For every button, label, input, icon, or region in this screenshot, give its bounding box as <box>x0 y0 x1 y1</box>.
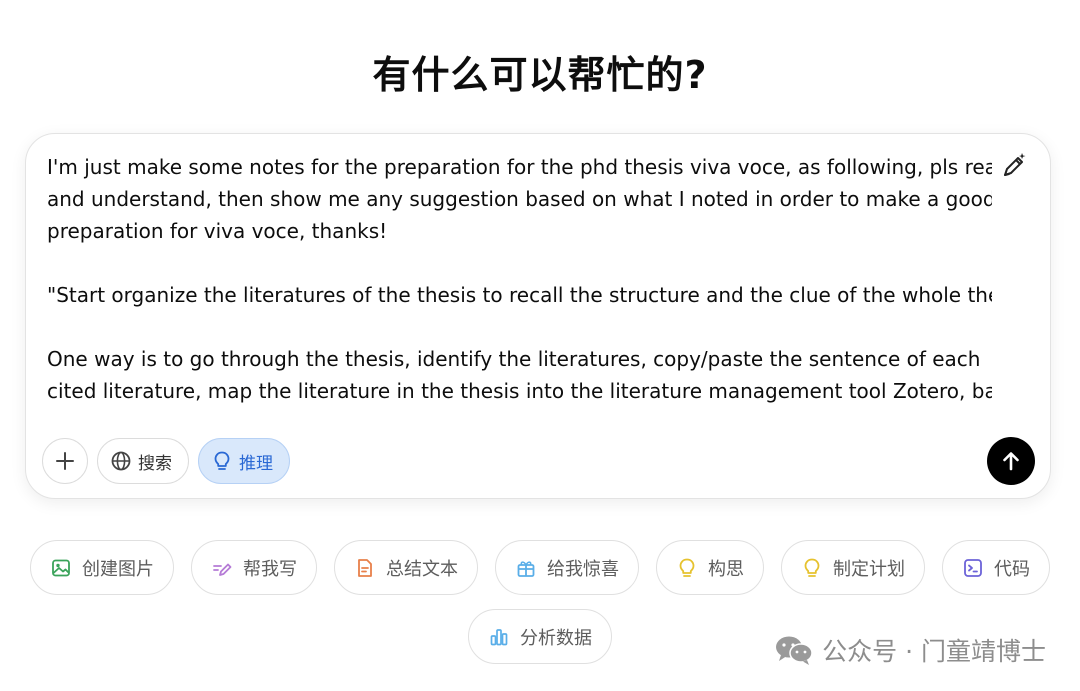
magic-pen-icon <box>1004 153 1026 176</box>
lightbulb-icon <box>800 556 824 580</box>
prompt-line: I'm just make some notes for the prepara… <box>47 155 992 179</box>
prompt-paragraph: I'm just make some notes for the prepara… <box>47 151 992 247</box>
suggestion-make-plan[interactable]: 制定计划 <box>781 540 925 595</box>
suggestion-label: 分析数据 <box>520 627 592 649</box>
composer-toolbar: 搜索 推理 <box>42 437 290 485</box>
suggestion-label: 构思 <box>708 558 744 580</box>
suggestion-label: 制定计划 <box>833 558 905 580</box>
watermark-text: 公众号 · 门童靖博士 <box>822 637 1046 666</box>
suggestion-code[interactable]: 代码 <box>942 540 1050 595</box>
prompt-line: preparation for viva voce, thanks! <box>47 219 388 243</box>
suggestion-summarize-text[interactable]: 总结文本 <box>334 540 478 595</box>
suggestion-label: 帮我写 <box>243 558 297 580</box>
terminal-icon <box>961 556 985 580</box>
suggestion-analyze-data[interactable]: 分析数据 <box>468 609 612 664</box>
prompt-paragraph: One way is to go through the thesis, ide… <box>47 343 992 407</box>
suggestion-create-image[interactable]: 创建图片 <box>30 540 174 595</box>
prompt-line: and understand, then show me any suggest… <box>47 187 992 211</box>
watermark: 公众号 · 门童靖博士 <box>774 632 1046 668</box>
prompt-input[interactable]: I'm just make some notes for the prepara… <box>47 151 992 413</box>
search-button[interactable]: 搜索 <box>97 438 189 484</box>
magic-pen-button[interactable] <box>996 149 1030 183</box>
suggestion-label: 总结文本 <box>386 558 458 580</box>
lightbulb-icon <box>214 451 230 470</box>
pen-icon <box>210 556 234 580</box>
prompt-paragraph: "Start organize the literatures of the t… <box>47 279 992 311</box>
reason-button-label: 推理 <box>239 453 273 474</box>
globe-icon <box>111 451 131 471</box>
send-button[interactable] <box>987 437 1035 485</box>
bar-chart-icon <box>487 625 511 649</box>
reason-button[interactable]: 推理 <box>198 438 290 484</box>
attach-button[interactable] <box>42 438 88 484</box>
prompt-line: "Start organize the literatures of the t… <box>47 283 992 307</box>
suggestion-surprise-me[interactable]: 给我惊喜 <box>495 540 639 595</box>
document-icon <box>353 556 377 580</box>
search-button-label: 搜索 <box>138 453 172 474</box>
page-title: 有什么可以帮忙的? <box>372 53 708 97</box>
prompt-composer: I'm just make some notes for the prepara… <box>25 133 1051 499</box>
suggestion-help-me-write[interactable]: 帮我写 <box>191 540 317 595</box>
plus-icon <box>56 452 74 470</box>
suggestion-brainstorm[interactable]: 构思 <box>656 540 764 595</box>
gift-icon <box>514 556 538 580</box>
suggestion-label: 创建图片 <box>82 558 154 580</box>
suggestion-label: 代码 <box>994 558 1030 580</box>
image-icon <box>49 556 73 580</box>
prompt-line: cited literature, map the literature in … <box>47 379 992 403</box>
suggestion-label: 给我惊喜 <box>547 558 619 580</box>
prompt-line: One way is to go through the thesis, ide… <box>47 347 981 371</box>
wechat-icon <box>776 636 813 665</box>
lightbulb-icon <box>675 556 699 580</box>
arrow-up-icon <box>1003 452 1019 471</box>
